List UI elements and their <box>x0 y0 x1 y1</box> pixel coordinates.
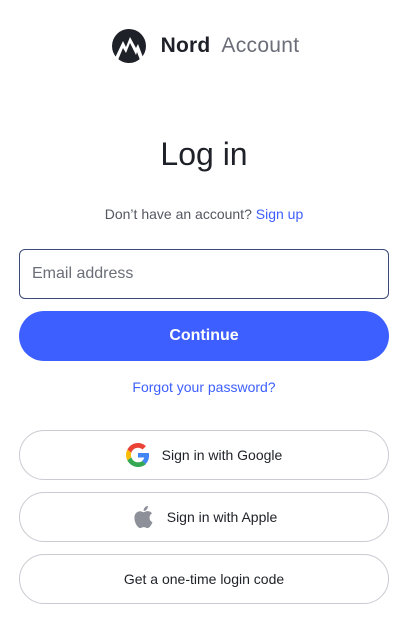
apple-button-label: Sign in with Apple <box>166 509 278 525</box>
one-time-code-button[interactable]: Get a one-time login code <box>19 554 389 604</box>
sign-in-apple-button[interactable]: Sign in with Apple <box>19 492 389 542</box>
one-time-code-label: Get a one-time login code <box>123 571 285 587</box>
brand-header: Nord Account <box>0 28 408 64</box>
forgot-password-link[interactable]: Forgot your password? <box>0 379 408 395</box>
email-field[interactable] <box>19 249 389 299</box>
sign-in-google-button[interactable]: Sign in with Google <box>19 430 389 480</box>
signup-prompt: Don’t have an account? <box>104 206 252 222</box>
brand-name: Nord <box>160 34 211 57</box>
nord-logo-icon <box>111 29 146 63</box>
google-icon <box>125 443 150 467</box>
signup-row: Don’t have an account? Sign up <box>0 206 408 222</box>
page-title: Log in <box>160 136 248 172</box>
signup-link[interactable]: Sign up <box>256 206 303 222</box>
google-button-label: Sign in with Google <box>161 447 283 463</box>
brand-product: Account <box>221 34 300 57</box>
continue-button[interactable]: Continue <box>19 311 389 361</box>
apple-icon <box>131 505 155 529</box>
